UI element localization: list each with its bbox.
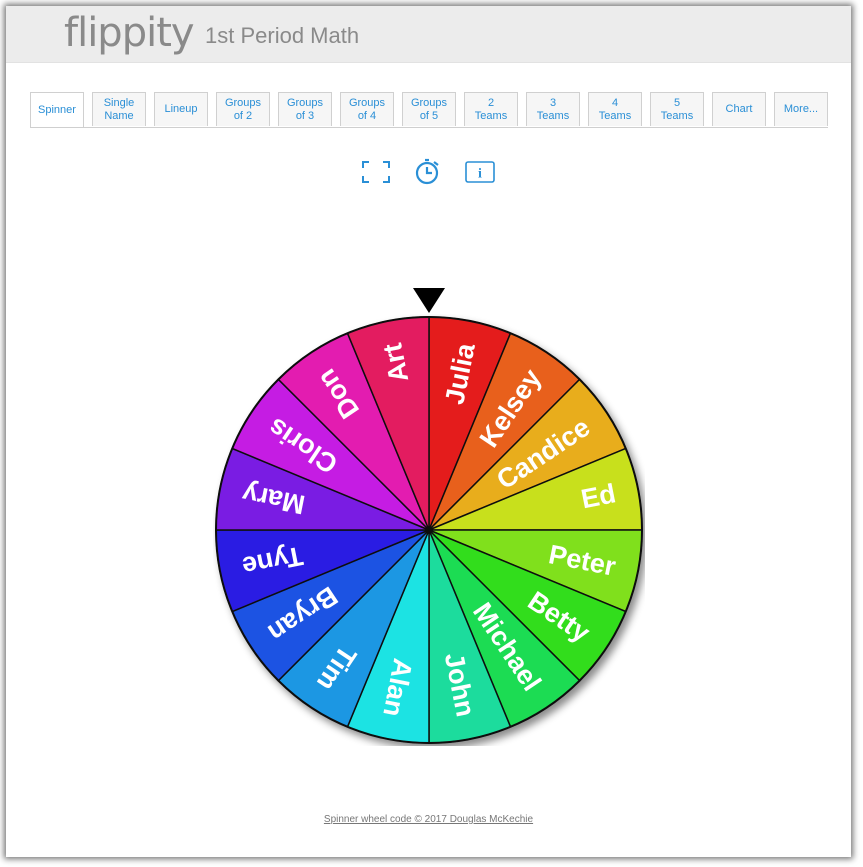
flippity-logo[interactable]: flippity [64, 10, 195, 56]
tab-label: 5 Teams [660, 96, 694, 122]
tab-5-teams[interactable]: 5 Teams [650, 92, 704, 126]
spinner-wheel[interactable]: Julia Kelsey Candice Ed Peter Betty Michael Joh… [213, 314, 645, 746]
info-icon[interactable]: i [465, 161, 495, 183]
app-window: flippity 1st Period Math Spinner Single … [6, 6, 851, 857]
tab-label: Groups of 5 [410, 96, 448, 122]
tab-groups-of-5[interactable]: Groups of 5 [402, 92, 456, 126]
tab-label: Groups of 3 [286, 96, 324, 122]
tab-groups-of-2[interactable]: Groups of 2 [216, 92, 270, 126]
header-bar: flippity 1st Period Math [6, 6, 851, 63]
page-title: 1st Period Math [205, 23, 360, 48]
tab-groups-of-3[interactable]: Groups of 3 [278, 92, 332, 126]
tab-3-teams[interactable]: 3 Teams [526, 92, 580, 126]
tab-label: Groups of 2 [224, 96, 262, 122]
wheel-pointer [413, 288, 445, 313]
tab-bar: Spinner Single Name Lineup Groups of 2 G… [30, 92, 828, 128]
tab-label: 4 Teams [598, 96, 632, 122]
wheel-graphic[interactable]: JuliaKelseyCandiceEdPeterBettyMichaelJoh… [213, 314, 645, 746]
credit-link[interactable]: Spinner wheel code © 2017 Douglas McKech… [6, 814, 851, 825]
tab-4-teams[interactable]: 4 Teams [588, 92, 642, 126]
tab-groups-of-4[interactable]: Groups of 4 [340, 92, 394, 126]
tab-2-teams[interactable]: 2 Teams [464, 92, 518, 126]
svg-text:i: i [478, 167, 482, 182]
tab-spinner[interactable]: Spinner [30, 92, 84, 127]
tab-single-name[interactable]: Single Name [92, 92, 146, 126]
tab-label: Single Name [103, 96, 135, 122]
tab-label: 2 Teams [474, 96, 508, 122]
tab-label: 3 Teams [536, 96, 570, 122]
timer-icon[interactable] [414, 158, 442, 186]
fullscreen-icon[interactable] [362, 161, 390, 183]
tab-chart[interactable]: Chart [712, 92, 766, 126]
tab-lineup[interactable]: Lineup [154, 92, 208, 126]
tab-label: Groups of 4 [348, 96, 386, 122]
tab-more[interactable]: More... [774, 92, 828, 126]
